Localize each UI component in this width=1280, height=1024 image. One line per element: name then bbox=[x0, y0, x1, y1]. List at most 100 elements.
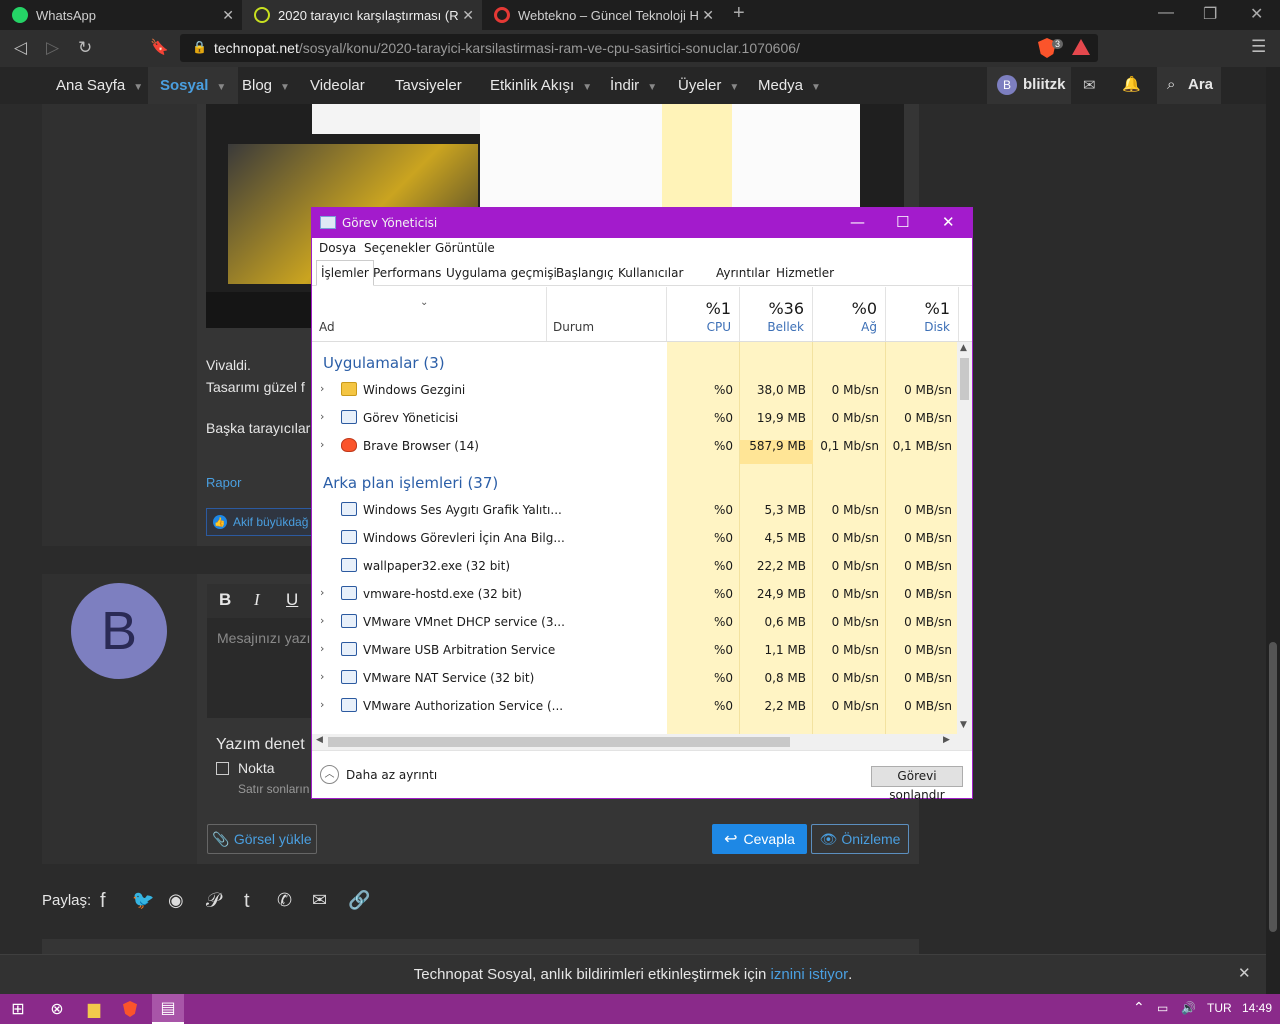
scrollbar-thumb[interactable] bbox=[1269, 642, 1277, 932]
bold-icon[interactable]: B bbox=[219, 590, 231, 610]
nav-medya[interactable]: Medya ▼ bbox=[758, 67, 821, 104]
xbox-icon[interactable]: ⊗ bbox=[46, 998, 68, 1020]
nav-blog[interactable]: Blog ▼ bbox=[242, 67, 290, 104]
tab-uygulama-gecmisi[interactable]: Uygulama geçmişi bbox=[446, 266, 557, 280]
windows-start-icon[interactable]: ⊞ bbox=[7, 998, 29, 1020]
scroll-right-icon[interactable]: ▶ bbox=[943, 735, 950, 745]
group-header[interactable]: Arka plan işlemleri (37) bbox=[323, 474, 498, 492]
expand-chevron-icon[interactable]: › bbox=[320, 410, 324, 423]
network-icon[interactable]: ▭ bbox=[1157, 1001, 1168, 1015]
brave-rewards-icon[interactable] bbox=[1072, 39, 1090, 55]
new-tab-button[interactable]: + bbox=[733, 2, 745, 25]
maximize-icon[interactable]: ☐ bbox=[896, 213, 909, 231]
italic-icon[interactable]: I bbox=[254, 590, 260, 610]
column-header-cpu[interactable]: %1 CPU bbox=[667, 287, 740, 341]
bell-icon[interactable]: 🔔 bbox=[1122, 75, 1141, 93]
tab-islemler[interactable]: İşlemler bbox=[316, 260, 374, 286]
close-tab-icon[interactable]: ✕ bbox=[702, 7, 714, 24]
notification-link[interactable]: iznini istiyor bbox=[771, 966, 849, 983]
close-tab-icon[interactable]: ✕ bbox=[222, 7, 234, 24]
column-header-network[interactable]: %0 Ağ bbox=[813, 287, 886, 341]
back-icon[interactable]: ◁ bbox=[14, 38, 27, 58]
reload-icon[interactable]: ↻ bbox=[78, 38, 92, 58]
tab-baslangic[interactable]: Başlangıç bbox=[556, 266, 614, 280]
scroll-down-icon[interactable]: ▼ bbox=[960, 720, 967, 730]
file-explorer-icon[interactable]: ▆ bbox=[83, 998, 105, 1020]
whatsapp-share-icon[interactable]: ✆ bbox=[277, 890, 292, 911]
tab-webtekno[interactable]: Webtekno – Güncel Teknoloji Haber ✕ bbox=[482, 0, 722, 30]
menu-dosya[interactable]: Dosya bbox=[319, 241, 356, 255]
expand-chevron-icon[interactable]: › bbox=[320, 670, 324, 683]
language-indicator[interactable]: TUR bbox=[1207, 1001, 1232, 1015]
like-bar[interactable]: 👍 Akif büyükdağ bbox=[206, 508, 316, 536]
volume-icon[interactable]: 🔊 bbox=[1181, 1001, 1196, 1015]
process-list-vscroll[interactable]: ▲ ▼ bbox=[957, 342, 972, 734]
scroll-up-icon[interactable]: ▲ bbox=[960, 343, 967, 353]
upload-image-button[interactable]: 📎 Görsel yükle bbox=[207, 824, 317, 854]
process-row[interactable]: › VMware NAT Service (32 bit) %0 0,8 MB 0 Mb… bbox=[312, 664, 957, 692]
process-row[interactable]: › VMware USB Arbitration Service %0 1,1 MB 0… bbox=[312, 636, 957, 664]
process-row[interactable]: Windows Ses Aygıtı Grafik Yalıtı... %0 5,3… bbox=[312, 496, 957, 524]
chevron-up-icon[interactable]: ⌃ bbox=[1133, 999, 1145, 1016]
underline-icon[interactable]: U bbox=[286, 590, 298, 610]
tumblr-icon[interactable]: t bbox=[244, 890, 250, 913]
nav-videolar[interactable]: Videolar bbox=[310, 67, 365, 104]
url-field[interactable]: 🔒 technopat.net/sosyal/konu/2020-tarayic… bbox=[180, 34, 1098, 62]
minimize-icon[interactable]: — bbox=[1158, 4, 1174, 22]
reply-button[interactable]: ↩ Cevapla bbox=[712, 824, 807, 854]
mail-share-icon[interactable]: ✉ bbox=[312, 890, 327, 911]
tab-whatsapp[interactable]: WhatsApp ✕ bbox=[0, 0, 242, 30]
process-row[interactable]: › VMware Authorization Service (... %0 2,2 … bbox=[312, 692, 957, 720]
mail-icon[interactable]: ✉ bbox=[1083, 76, 1096, 94]
process-row[interactable]: › vmware-hostd.exe (32 bit) %0 24,9 MB 0 Mb/… bbox=[312, 580, 957, 608]
process-row[interactable]: › Brave Browser (14) %0 587,9 MB 0,1 Mb/sn 0,… bbox=[312, 432, 957, 460]
facebook-icon[interactable]: f bbox=[100, 890, 106, 913]
forward-icon[interactable]: ▷ bbox=[46, 38, 59, 58]
page-scrollbar[interactable] bbox=[1266, 67, 1280, 994]
close-tab-icon[interactable]: ✕ bbox=[462, 7, 474, 24]
tab-performans[interactable]: Performans bbox=[373, 266, 441, 280]
hscroll-thumb[interactable] bbox=[328, 737, 790, 747]
end-task-button[interactable]: Görevi sonlandır bbox=[871, 766, 963, 802]
tab-hizmetler[interactable]: Hizmetler bbox=[776, 266, 834, 280]
menu-goruntule[interactable]: Görüntüle bbox=[435, 241, 495, 255]
tab-technopat[interactable]: 2020 tarayıcı karşılaştırması (RAM ve ✕ bbox=[242, 0, 482, 30]
nav-sosyal[interactable]: Sosyal ▼ bbox=[148, 67, 239, 104]
reddit-icon[interactable]: ◉ bbox=[168, 890, 184, 911]
nav-indir[interactable]: İndir ▼ bbox=[610, 67, 657, 104]
user-menu[interactable]: B bliitzk bbox=[987, 67, 1071, 104]
expand-chevron-icon[interactable]: › bbox=[320, 586, 324, 599]
menu-secenekler[interactable]: Seçenekler bbox=[364, 241, 431, 255]
process-row[interactable]: › Görev Yöneticisi %0 19,9 MB 0 Mb/sn 0 MB/sn bbox=[312, 404, 957, 432]
expand-chevron-icon[interactable]: › bbox=[320, 614, 324, 627]
process-row[interactable]: › VMware VMnet DHCP service (3... %0 0,6 MB… bbox=[312, 608, 957, 636]
group-header[interactable]: Uygulamalar (3) bbox=[323, 354, 445, 372]
restore-icon[interactable]: ❐ bbox=[1203, 4, 1217, 24]
task-manager-titlebar[interactable]: Görev Yöneticisi — ☐ ✕ bbox=[312, 208, 972, 238]
tab-kullanicilar[interactable]: Kullanıcılar bbox=[618, 266, 683, 280]
brave-taskbar-icon[interactable] bbox=[119, 998, 141, 1020]
like-user[interactable]: Akif büyükdağ bbox=[233, 515, 308, 529]
expand-chevron-icon[interactable]: › bbox=[320, 382, 324, 395]
preview-button[interactable]: 👁 Önizleme bbox=[811, 824, 909, 854]
nav-etkinlik-akisi[interactable]: Etkinlik Akışı ▼ bbox=[490, 67, 592, 104]
minimize-icon[interactable]: — bbox=[850, 213, 865, 231]
nav-ana-sayfa[interactable]: Ana Sayfa ▼ bbox=[56, 67, 143, 104]
expand-chevron-icon[interactable]: › bbox=[320, 438, 324, 451]
column-header-name[interactable]: ⌄ Ad bbox=[312, 287, 547, 341]
close-icon[interactable]: ✕ bbox=[942, 213, 955, 231]
expand-chevron-icon[interactable]: › bbox=[320, 698, 324, 711]
column-header-disk[interactable]: %1 Disk bbox=[886, 287, 959, 341]
process-row[interactable]: › Windows Gezgini %0 38,0 MB 0 Mb/sn 0 MB/sn bbox=[312, 376, 957, 404]
scroll-left-icon[interactable]: ◀ bbox=[316, 735, 323, 745]
column-header-memory[interactable]: %36 Bellek bbox=[740, 287, 813, 341]
task-manager-taskbar-icon[interactable]: ▤ bbox=[152, 994, 184, 1024]
report-link[interactable]: Rapor bbox=[206, 475, 241, 490]
clock[interactable]: 14:49 bbox=[1242, 1001, 1272, 1015]
pinterest-icon[interactable]: 𝒫 bbox=[206, 890, 220, 913]
twitter-icon[interactable]: 🐦 bbox=[132, 890, 154, 911]
spellcheck-checkbox[interactable] bbox=[216, 762, 229, 775]
close-icon[interactable]: ✕ bbox=[1238, 964, 1251, 982]
chevron-up-icon[interactable]: ︿ bbox=[320, 765, 339, 784]
nav-uyeler[interactable]: Üyeler ▼ bbox=[678, 67, 739, 104]
